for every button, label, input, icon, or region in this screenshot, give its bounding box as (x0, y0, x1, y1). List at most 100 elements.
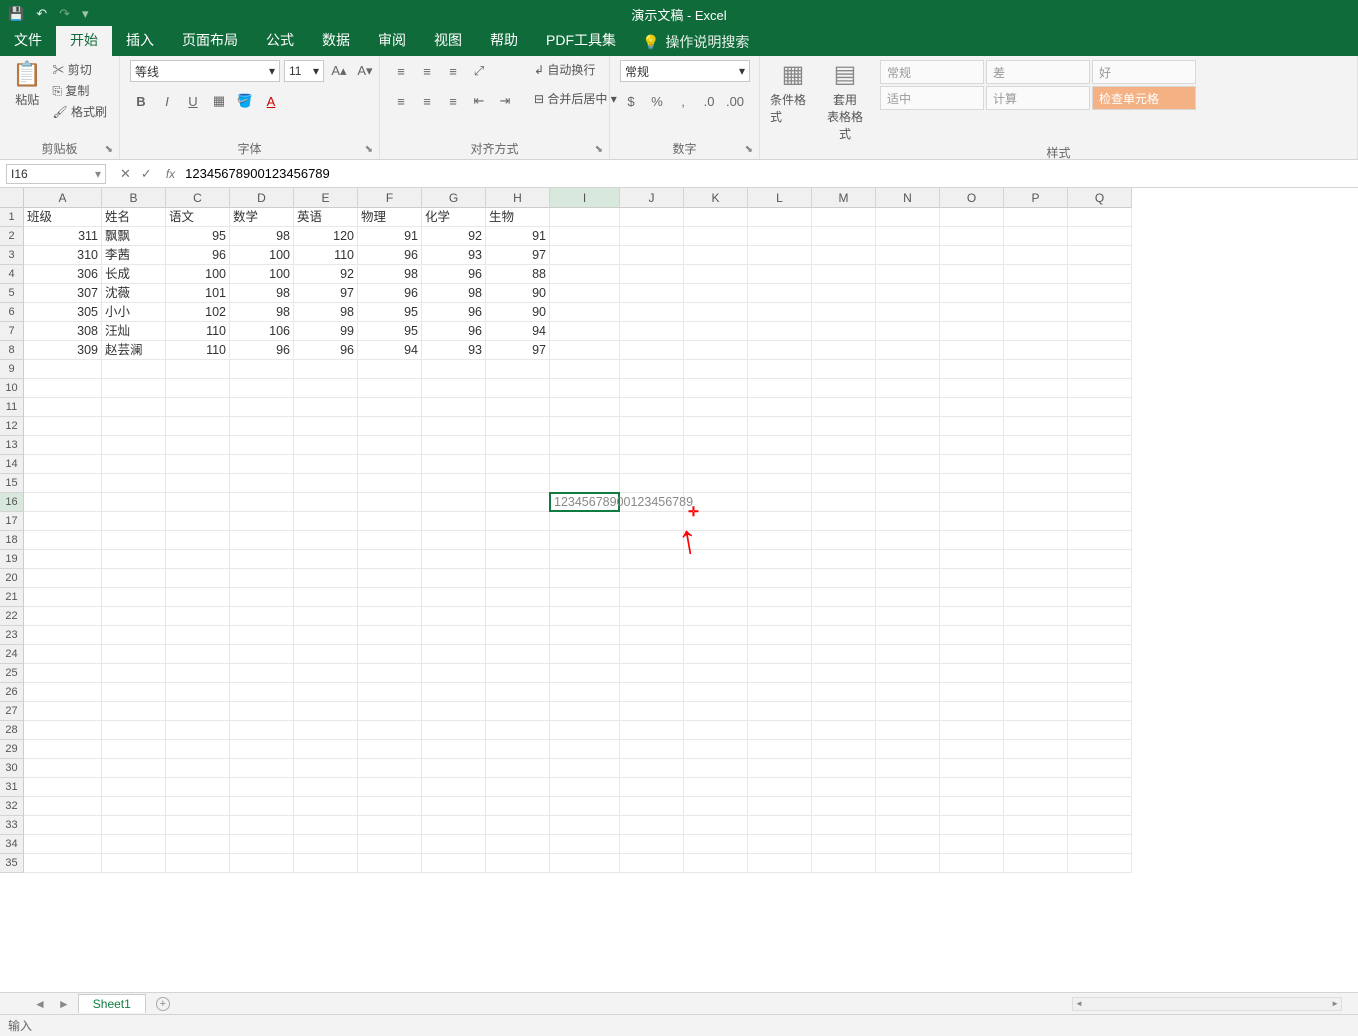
cell[interactable] (358, 626, 422, 645)
indent-decrease-icon[interactable]: ⇤ (468, 90, 490, 112)
cell[interactable] (684, 265, 748, 284)
cell[interactable] (940, 683, 1004, 702)
formula-input[interactable] (185, 166, 1358, 181)
cell[interactable] (1068, 702, 1132, 721)
cell[interactable] (422, 626, 486, 645)
cell[interactable] (486, 417, 550, 436)
cell[interactable] (1004, 759, 1068, 778)
cell[interactable] (812, 436, 876, 455)
indent-increase-icon[interactable]: ⇥ (494, 90, 516, 112)
cell[interactable] (166, 778, 230, 797)
cell[interactable] (940, 417, 1004, 436)
cell[interactable] (102, 493, 166, 512)
cell[interactable] (1004, 322, 1068, 341)
cell[interactable] (812, 341, 876, 360)
cell[interactable] (422, 721, 486, 740)
cell[interactable] (940, 436, 1004, 455)
cell[interactable] (876, 227, 940, 246)
cell[interactable] (294, 740, 358, 759)
style-neutral[interactable]: 适中 (880, 86, 984, 110)
cell[interactable] (1068, 626, 1132, 645)
cell[interactable] (620, 379, 684, 398)
cell[interactable] (812, 683, 876, 702)
cell[interactable] (684, 702, 748, 721)
cell[interactable] (940, 379, 1004, 398)
cell[interactable] (940, 721, 1004, 740)
cell[interactable] (684, 531, 748, 550)
cell[interactable] (876, 265, 940, 284)
cell[interactable] (230, 645, 294, 664)
cell[interactable] (940, 854, 1004, 873)
cell[interactable] (486, 588, 550, 607)
cell[interactable] (812, 360, 876, 379)
cell[interactable] (812, 854, 876, 873)
row-header[interactable]: 25 (0, 664, 24, 683)
style-bad[interactable]: 差 (986, 60, 1090, 84)
cell[interactable] (812, 550, 876, 569)
cell[interactable] (1004, 227, 1068, 246)
cell[interactable] (294, 569, 358, 588)
cell[interactable] (684, 721, 748, 740)
cell[interactable] (358, 816, 422, 835)
cell[interactable] (1004, 208, 1068, 227)
cancel-edit-icon[interactable]: ✕ (120, 166, 131, 182)
cell[interactable] (1068, 759, 1132, 778)
cell[interactable]: 95 (358, 303, 422, 322)
cell[interactable] (230, 569, 294, 588)
cell[interactable] (102, 607, 166, 626)
cell[interactable] (486, 550, 550, 569)
cell[interactable] (620, 835, 684, 854)
cell[interactable] (294, 702, 358, 721)
cell[interactable] (102, 759, 166, 778)
cell[interactable] (620, 683, 684, 702)
cell[interactable] (358, 436, 422, 455)
cell[interactable] (684, 474, 748, 493)
cell[interactable] (486, 759, 550, 778)
cell[interactable]: 110 (166, 322, 230, 341)
cell[interactable] (620, 721, 684, 740)
row-header[interactable]: 1 (0, 208, 24, 227)
cell[interactable] (684, 436, 748, 455)
cell[interactable]: 102 (166, 303, 230, 322)
row-header[interactable]: 5 (0, 284, 24, 303)
cell[interactable] (422, 607, 486, 626)
cell[interactable] (876, 721, 940, 740)
cell[interactable] (358, 474, 422, 493)
cell[interactable] (486, 569, 550, 588)
align-right-icon[interactable]: ≡ (442, 90, 464, 112)
cell[interactable] (486, 512, 550, 531)
cell[interactable] (550, 588, 620, 607)
cell[interactable] (620, 740, 684, 759)
cell[interactable] (358, 721, 422, 740)
cell[interactable] (876, 797, 940, 816)
row-header[interactable]: 30 (0, 759, 24, 778)
cell[interactable]: 94 (358, 341, 422, 360)
cell[interactable] (748, 550, 812, 569)
cell[interactable] (486, 816, 550, 835)
column-header[interactable]: O (940, 188, 1004, 208)
cell[interactable] (1068, 341, 1132, 360)
cell[interactable] (422, 702, 486, 721)
cell[interactable] (620, 607, 684, 626)
cell[interactable] (550, 569, 620, 588)
cell[interactable]: 106 (230, 322, 294, 341)
cell[interactable] (550, 702, 620, 721)
cell[interactable] (684, 455, 748, 474)
cell[interactable] (166, 379, 230, 398)
cell[interactable] (940, 702, 1004, 721)
cell[interactable] (294, 588, 358, 607)
column-header[interactable]: C (166, 188, 230, 208)
cell[interactable] (24, 835, 102, 854)
cell[interactable]: 90 (486, 303, 550, 322)
cell[interactable]: 96 (358, 284, 422, 303)
cell[interactable] (1068, 417, 1132, 436)
cell[interactable] (620, 265, 684, 284)
percent-format-icon[interactable]: % (646, 90, 668, 112)
cell[interactable]: 98 (230, 303, 294, 322)
cell[interactable] (24, 398, 102, 417)
cell[interactable] (166, 683, 230, 702)
cell[interactable] (748, 265, 812, 284)
cell[interactable] (102, 721, 166, 740)
cell[interactable] (358, 531, 422, 550)
cell[interactable] (876, 284, 940, 303)
